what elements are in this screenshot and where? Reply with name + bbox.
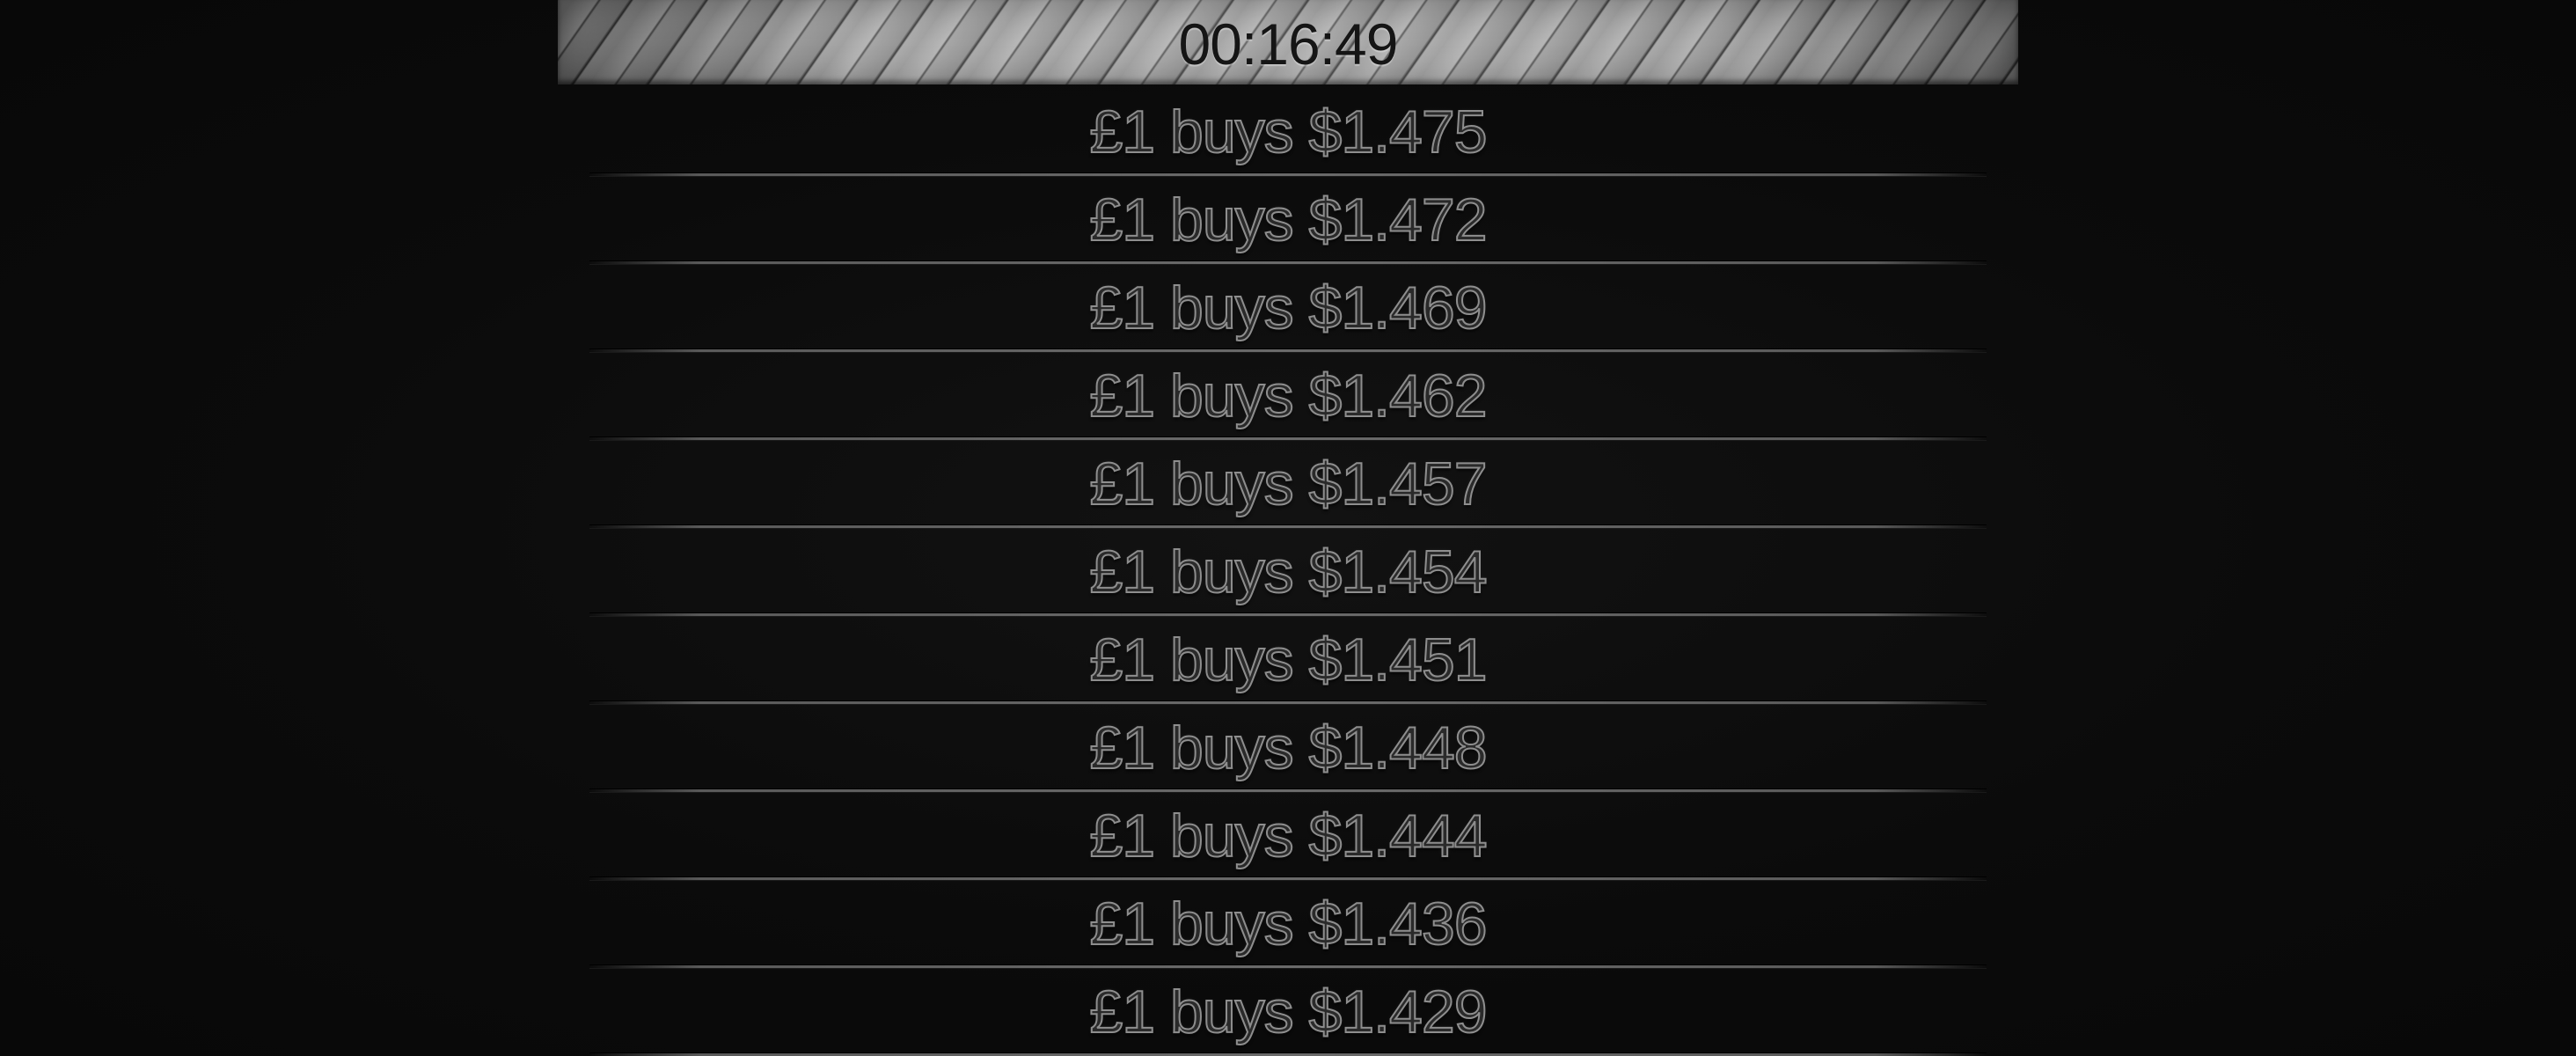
exchange-rate-app: 00:16:49 £1 buys $1.475 £1 buys $1.472 £… (0, 0, 2576, 1056)
rate-list: £1 buys $1.475 £1 buys $1.472 £1 buys $1… (558, 88, 2018, 1056)
rate-row: £1 buys $1.475 (558, 88, 2018, 176)
rate-text: £1 buys $1.429 (1088, 978, 1488, 1046)
rate-text: £1 buys $1.475 (1088, 98, 1488, 166)
rate-text: £1 buys $1.444 (1088, 802, 1488, 870)
rate-text: £1 buys $1.462 (1088, 362, 1488, 430)
clock-time: 00:16:49 (1178, 11, 1399, 77)
clock-header: 00:16:49 (558, 0, 2018, 84)
rate-row: £1 buys $1.469 (558, 264, 2018, 352)
rate-row: £1 buys $1.444 (558, 792, 2018, 880)
rate-row: £1 buys $1.454 (558, 528, 2018, 616)
rate-text: £1 buys $1.448 (1088, 714, 1488, 782)
rate-row: £1 buys $1.448 (558, 704, 2018, 792)
rate-text: £1 buys $1.457 (1088, 450, 1488, 518)
rate-text: £1 buys $1.472 (1088, 186, 1488, 254)
rate-row: £1 buys $1.451 (558, 616, 2018, 704)
rate-text: £1 buys $1.451 (1088, 626, 1488, 694)
rates-panel: 00:16:49 £1 buys $1.475 £1 buys $1.472 £… (558, 0, 2018, 1056)
rate-text: £1 buys $1.436 (1088, 890, 1488, 958)
rate-text: £1 buys $1.469 (1088, 274, 1488, 342)
rate-row: £1 buys $1.436 (558, 880, 2018, 968)
rate-row: £1 buys $1.472 (558, 176, 2018, 264)
rate-text: £1 buys $1.454 (1088, 538, 1488, 606)
rate-row: £1 buys $1.462 (558, 352, 2018, 440)
rate-row: £1 buys $1.429 (558, 968, 2018, 1056)
rate-row: £1 buys $1.457 (558, 440, 2018, 528)
